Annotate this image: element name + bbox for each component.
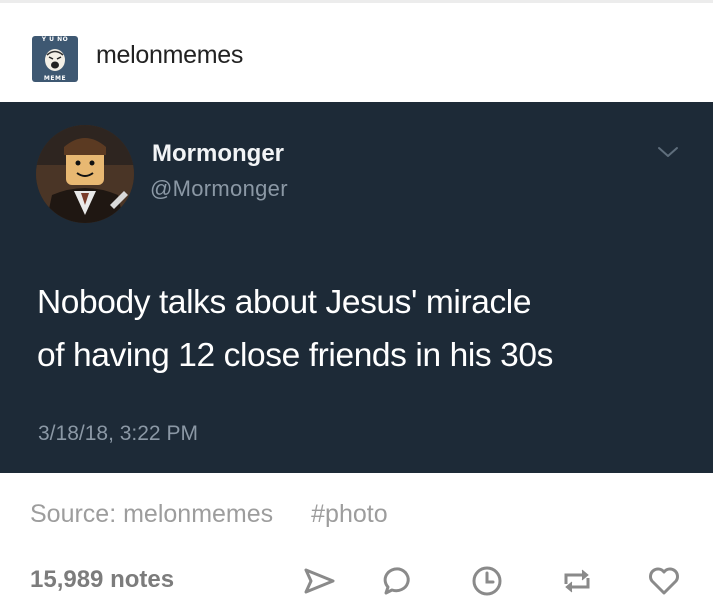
share-button[interactable] [300,562,338,600]
queue-button[interactable] [468,562,506,600]
heart-icon [649,567,679,595]
lego-minifigure-avatar-icon [36,125,134,223]
blog-name-link[interactable]: melonmemes [96,41,243,70]
like-button[interactable] [645,562,683,600]
blog-avatar-caption-top: Y U NO [41,36,69,43]
reblog-arrows-icon [564,569,590,593]
tweet-handle: @Mormonger [150,176,288,201]
tweet-display-name: Mormonger [152,140,284,167]
blog-avatar[interactable]: Y U NO MEME [32,36,78,82]
chevron-down-icon[interactable] [656,144,680,160]
tweet-screenshot: Mormonger @Mormonger Nobody talks about … [0,102,713,473]
clock-icon [472,566,502,596]
speech-bubble-icon [383,567,410,595]
tweet-text-line: Nobody talks about Jesus' miracle [37,284,532,321]
tag-link[interactable]: #photo [311,500,387,528]
y-u-no-face-icon [45,49,65,71]
tweet-text-line: of having 12 close friends in his 30s [37,337,553,374]
reblog-button[interactable] [558,562,596,600]
blog-avatar-caption-bottom: MEME [43,75,67,82]
notes-count[interactable]: 15,989 notes [30,566,174,594]
tweet-text: Nobody talks about Jesus' miracle of hav… [37,276,697,382]
source-link[interactable]: Source: melonmemes [30,500,273,528]
paper-plane-icon [304,568,335,594]
tweet-timestamp: 3/18/18, 3:22 PM [38,422,198,445]
reply-button[interactable] [380,562,418,600]
post-header: Y U NO MEME melonmemes [0,3,713,102]
tweet-author-avatar [36,125,134,223]
source-row: Source: melonmemes #photo [30,500,388,529]
post-footer: Source: melonmemes #photo 15,989 notes [0,473,713,613]
